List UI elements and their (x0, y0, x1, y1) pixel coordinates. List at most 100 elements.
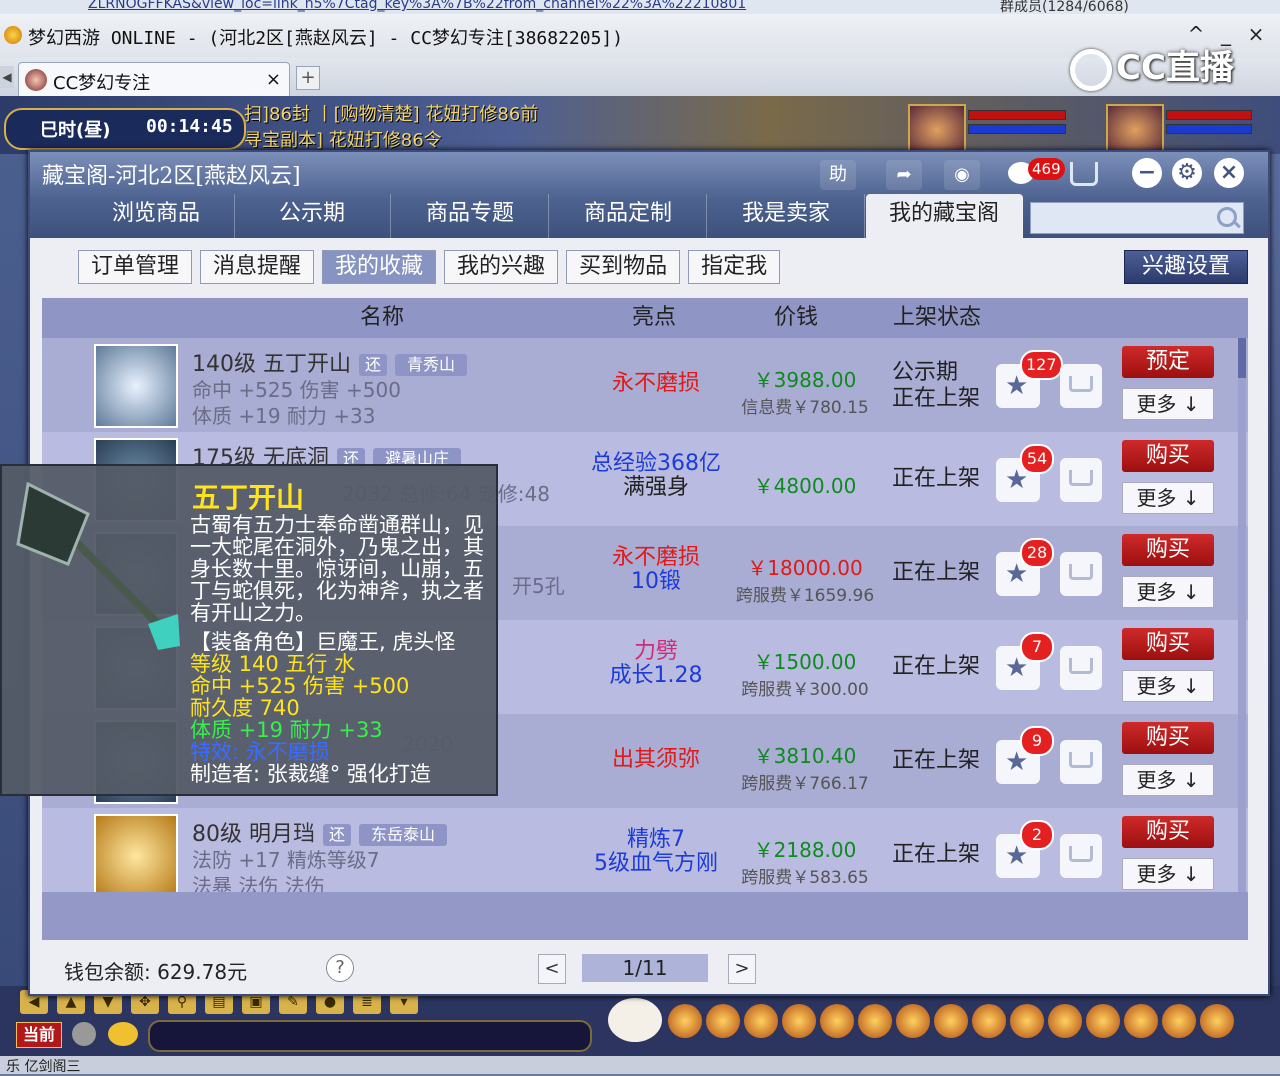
close-window-button[interactable]: × (1242, 20, 1270, 48)
reserve-button[interactable]: 预定 (1122, 346, 1214, 378)
subtab-designated[interactable]: 指定我 (688, 250, 781, 284)
price-cell: ￥3810.40 跨服费￥766.17 (730, 740, 880, 794)
pet-hp-bar (968, 110, 1066, 120)
subtab-orders[interactable]: 订单管理 (78, 250, 193, 284)
more-label: 更多 (1136, 862, 1177, 886)
nav-public-period[interactable]: 公示期 (234, 194, 391, 238)
close-dialog-button[interactable]: × (1214, 158, 1244, 188)
assist-button[interactable]: 助 (820, 160, 856, 190)
chat-input[interactable] (148, 1020, 592, 1052)
bag-icon[interactable] (934, 1004, 968, 1038)
favorite-button[interactable]: ★ 2 (996, 820, 1054, 878)
search-input[interactable] (1031, 203, 1219, 233)
more-button[interactable]: 更多 ↓ (1122, 764, 1214, 796)
subtab-messages[interactable]: 消息提醒 (200, 250, 315, 284)
url-strip: ZLRNOGFFKAS&view_loc=link_h5%7Ctag_key%3… (0, 0, 1280, 14)
buy-button[interactable]: 购买 (1122, 722, 1214, 754)
more-button[interactable]: 更多 ↓ (1122, 576, 1214, 608)
tab-close-button[interactable]: × (266, 69, 281, 90)
pet-icon[interactable] (820, 1004, 854, 1038)
more-button[interactable]: 更多 ↓ (1122, 482, 1214, 514)
cart-icon[interactable] (1070, 162, 1098, 186)
message-button[interactable]: 469 (1008, 156, 1072, 190)
browser-tab[interactable]: CC梦幻专注 × (18, 62, 290, 97)
favorite-button[interactable]: ★ 127 (996, 350, 1063, 408)
add-to-cart-button[interactable] (1060, 364, 1102, 408)
help-icon[interactable]: ? (326, 954, 354, 982)
item-thumbnail[interactable] (94, 344, 178, 428)
favorite-button[interactable]: ★ 28 (996, 538, 1054, 596)
add-to-cart-button[interactable] (1060, 834, 1102, 878)
price-cell: ￥2188.00 跨服费￥583.65 (730, 834, 880, 888)
interest-settings-button[interactable]: 兴趣设置 (1124, 250, 1248, 284)
nav-seller[interactable]: 我是卖家 (708, 194, 865, 238)
scroll-icon[interactable] (782, 1004, 816, 1038)
listing-status: 正在上架 (892, 654, 980, 680)
add-to-cart-button[interactable] (1060, 740, 1102, 784)
buy-button[interactable]: 购买 (1122, 440, 1214, 472)
microphone-icon[interactable] (72, 1022, 96, 1046)
highlight-line: 成长1.28 (609, 663, 703, 688)
emoji-icon[interactable] (108, 1022, 138, 1046)
table-header: 名称 亮点 价钱 上架状态 (42, 298, 1248, 338)
buy-button[interactable]: 购买 (1122, 534, 1214, 566)
axe-weapon-icon (16, 481, 181, 650)
table-row[interactable]: 140级 五丁开山还青秀山 命中 +525 伤害 +500 体质 +19 耐力 … (42, 338, 1248, 432)
minimize-dialog-button[interactable]: − (1132, 158, 1162, 188)
add-to-cart-button[interactable] (1060, 646, 1102, 690)
medal-icon[interactable] (744, 1004, 778, 1038)
favorite-button[interactable]: ★ 7 (996, 632, 1054, 690)
nav-topics[interactable]: 商品专题 (392, 194, 549, 238)
team-icon[interactable] (896, 1004, 930, 1038)
status-line-1: 正在上架 (892, 842, 981, 867)
add-to-cart-button[interactable] (1060, 458, 1102, 502)
item-attr-1: 法防 +17 精炼等级7 (192, 848, 380, 872)
smile-icon[interactable] (1124, 1004, 1158, 1038)
handshake-icon[interactable] (1086, 1004, 1120, 1038)
more-button[interactable]: 更多 ↓ (1122, 858, 1214, 890)
favorite-button[interactable]: ★ 9 (996, 726, 1054, 784)
price-cell: ￥18000.00 跨服费￥1659.96 (730, 552, 880, 606)
next-page-button[interactable]: > (728, 954, 756, 984)
sword-icon[interactable] (668, 1004, 702, 1038)
table-scrollbar[interactable] (1238, 338, 1246, 892)
map-icon[interactable] (858, 1004, 892, 1038)
more-button[interactable]: 更多 ↓ (1122, 670, 1214, 702)
search-icon[interactable] (1217, 207, 1237, 227)
pet-mascot-icon[interactable] (608, 998, 662, 1042)
subtab-purchased[interactable]: 买到物品 (566, 250, 681, 284)
record-icon[interactable]: ◉ (944, 160, 980, 190)
subtab-interests[interactable]: 我的兴趣 (444, 250, 559, 284)
tab-avatar-icon (25, 69, 47, 91)
chat-channel-button[interactable]: 当前 (16, 1022, 62, 1048)
wing-icon[interactable] (1010, 1004, 1044, 1038)
buy-button[interactable]: 购买 (1122, 628, 1214, 660)
buy-button[interactable]: 购买 (1122, 816, 1214, 848)
nav-custom[interactable]: 商品定制 (550, 194, 707, 238)
quest-banner[interactable]: 扫]86封 丨[购物清楚] 花妞打修86前 寻宝副本] 花妞打修86令 (244, 100, 654, 150)
pet-portrait[interactable] (908, 104, 966, 156)
price-cell: ￥1500.00 跨服费￥300.00 (730, 646, 880, 700)
wallet-balance: 钱包余额: 629.78元 (64, 960, 248, 984)
url-text[interactable]: ZLRNOGFFKAS&view_loc=link_h5%7Ctag_key%3… (88, 0, 746, 12)
player-portrait[interactable] (1106, 104, 1164, 156)
favorite-button[interactable]: ★ 54 (996, 444, 1054, 502)
new-tab-button[interactable]: + (296, 66, 320, 90)
gift-icon[interactable] (972, 1004, 1006, 1038)
settings-gear-icon[interactable]: ⚙ (1172, 158, 1202, 188)
chest-icon[interactable] (706, 1004, 740, 1038)
tab-scroll-left-button[interactable]: ◀ (0, 66, 14, 88)
share-icon[interactable]: ➦ (886, 160, 922, 190)
peach-icon[interactable] (1048, 1004, 1082, 1038)
nav-browse[interactable]: 浏览商品 (78, 194, 235, 238)
more-button[interactable]: 更多 ↓ (1122, 388, 1214, 420)
subtab-favorites[interactable]: 我的收藏 (322, 250, 437, 284)
bell-icon[interactable] (1162, 1004, 1196, 1038)
table-row[interactable]: 80级 明月珰还东岳泰山 法防 +17 精炼等级7 法暴 法伤 法伤 精炼7 5级… (42, 808, 1248, 892)
add-to-cart-button[interactable] (1060, 552, 1102, 596)
scrollbar-thumb[interactable] (1238, 338, 1246, 378)
system-icon[interactable] (1200, 1004, 1234, 1038)
nav-my-pavilion[interactable]: 我的藏宝阁 (866, 194, 1023, 238)
item-thumbnail[interactable] (94, 814, 178, 892)
prev-page-button[interactable]: < (538, 954, 566, 984)
